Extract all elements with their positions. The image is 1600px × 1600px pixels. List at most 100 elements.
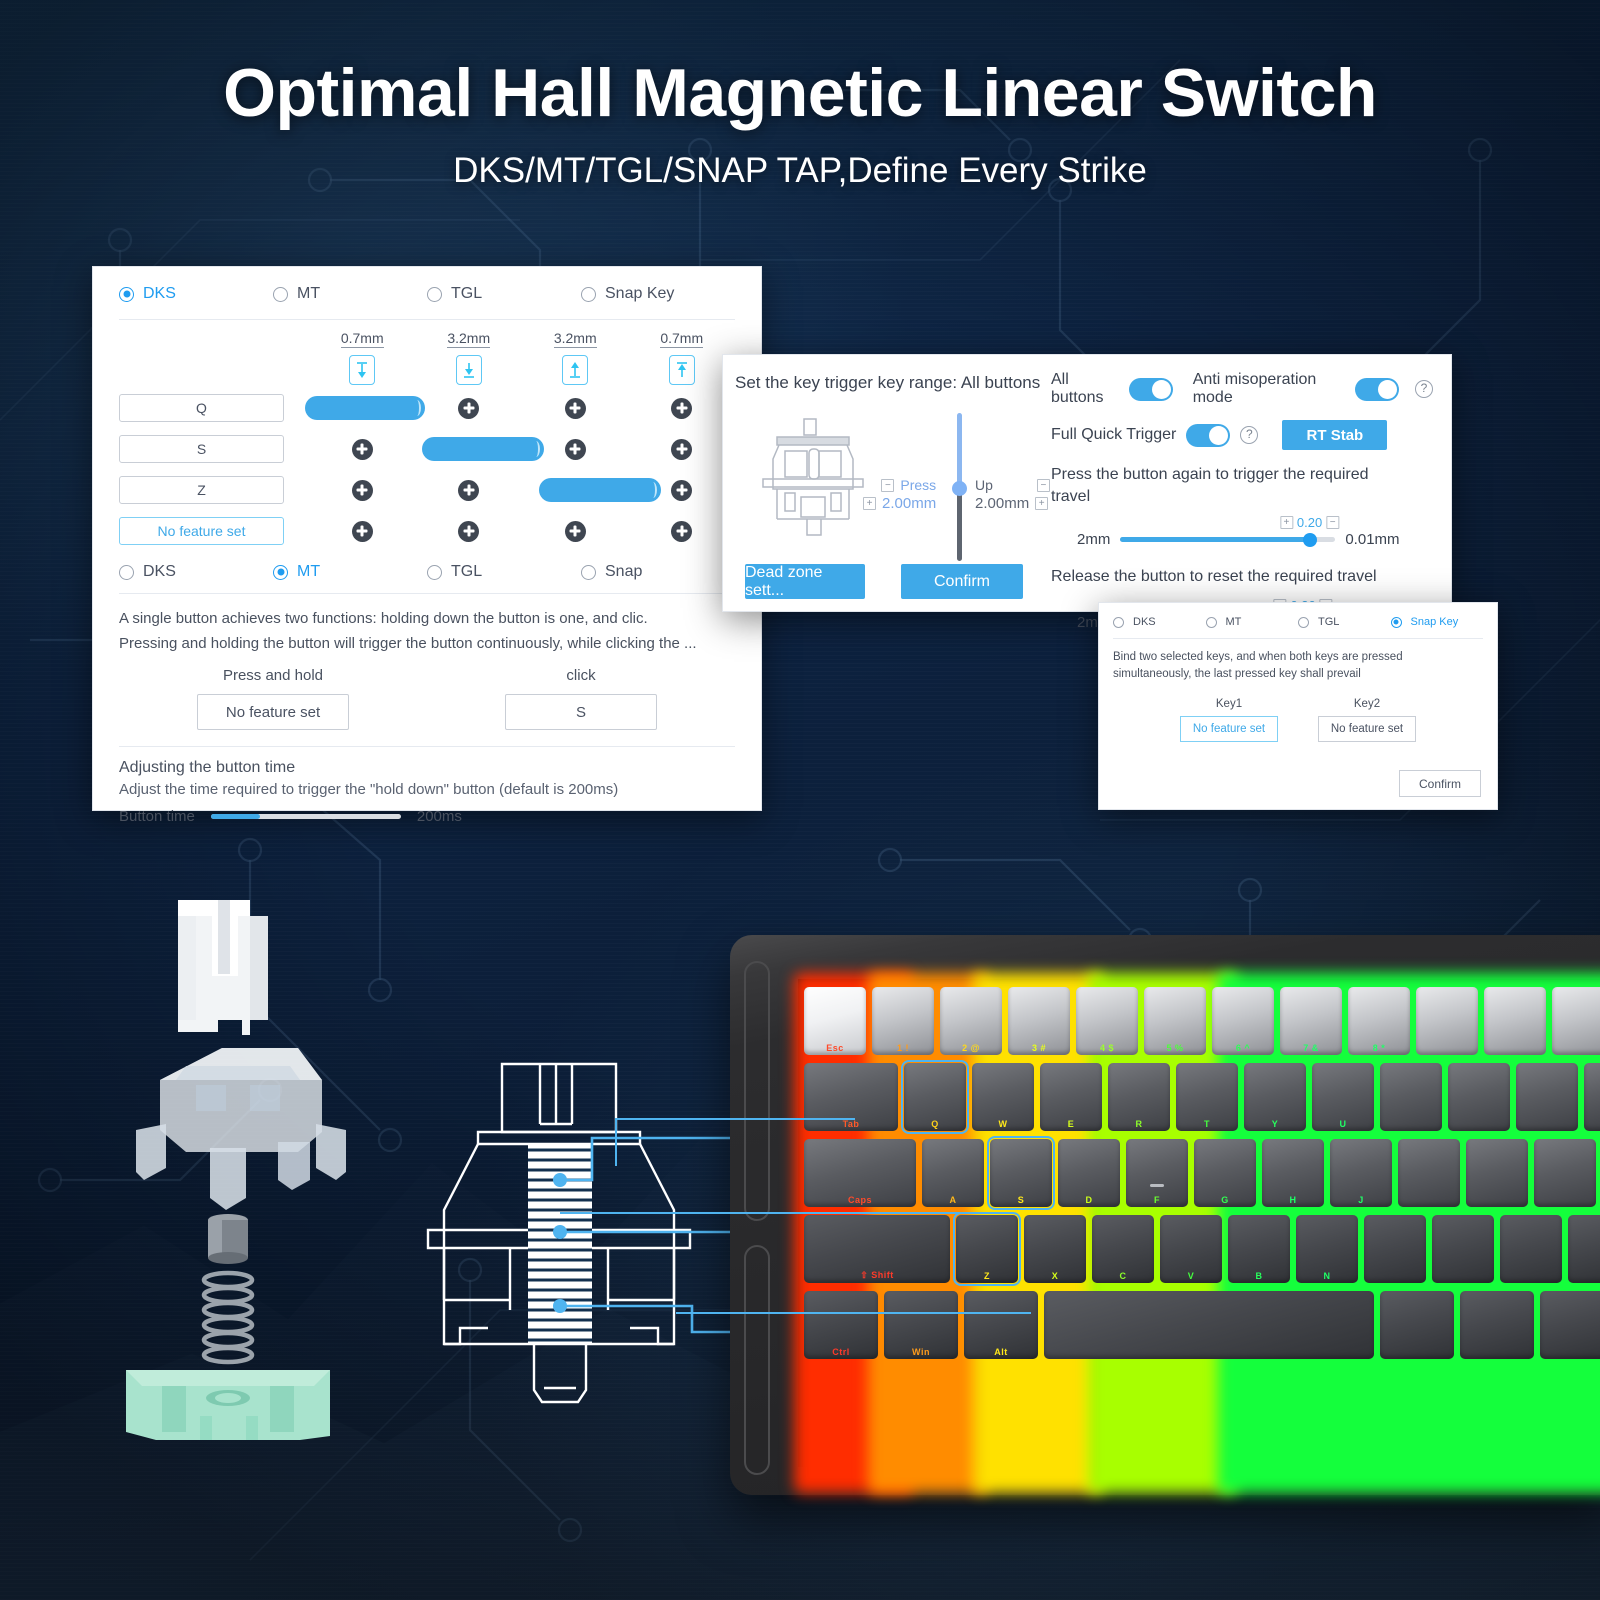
travel-vertical-slider[interactable] [951,413,967,561]
radio-tgl[interactable]: TGL [1298,616,1391,628]
radio-dks[interactable]: DKS [1113,616,1206,628]
key-1[interactable]: 1 ! [872,987,934,1055]
key-n[interactable]: N [1296,1215,1358,1283]
trigger-confirm-button[interactable]: Confirm [901,564,1023,599]
key-c[interactable]: C [1092,1215,1154,1283]
key-shift[interactable]: ⇧ Shift [804,1215,950,1283]
add-icon[interactable] [458,397,480,419]
add-icon[interactable] [671,479,693,501]
add-icon[interactable] [351,438,373,460]
key-i[interactable] [1380,1063,1442,1131]
key-u[interactable]: U [1312,1063,1374,1131]
key-w[interactable]: W [972,1063,1034,1131]
add-icon[interactable] [671,520,693,542]
button-time-slider[interactable] [210,814,401,819]
radio-snap[interactable]: Snap [581,563,735,581]
key-4[interactable]: 4 $ [1076,987,1138,1055]
key-space[interactable] [1044,1291,1374,1359]
key-8[interactable]: 8 * [1348,987,1410,1055]
key-y[interactable]: Y [1244,1063,1306,1131]
key-f[interactable]: F [1126,1139,1188,1207]
arrow-down-icon[interactable] [349,355,376,385]
radio-tgl[interactable]: TGL [427,563,581,581]
key-9[interactable] [1416,987,1478,1055]
add-icon[interactable] [458,520,480,542]
key-caps[interactable]: Caps [804,1139,916,1207]
press-again-slider-knob[interactable] [1302,532,1317,547]
arrow-up-icon[interactable] [562,355,589,385]
key-7[interactable]: 7 & [1280,987,1342,1055]
key-r[interactable]: R [1108,1063,1170,1131]
key2-button[interactable]: No feature set [1318,716,1416,743]
key-rctrl[interactable] [1540,1291,1600,1359]
key-semicolon[interactable] [1534,1139,1596,1207]
add-icon[interactable] [458,479,480,501]
question-mark-icon[interactable]: ? [1240,426,1259,444]
key-esc[interactable]: Esc [804,987,866,1055]
add-icon[interactable] [564,397,586,419]
add-icon[interactable] [671,397,693,419]
key-d[interactable]: D [1058,1139,1120,1207]
press-increase-button[interactable]: + [863,497,876,510]
all-buttons-toggle[interactable] [1128,377,1173,401]
key-s[interactable]: S [987,1136,1055,1210]
snap-key-confirm-button[interactable]: Confirm [1399,770,1481,797]
add-icon[interactable] [564,520,586,542]
key-minus[interactable] [1552,987,1600,1055]
key-b[interactable]: B [1228,1215,1290,1283]
key-3[interactable]: 3 # [1008,987,1070,1055]
key-tab[interactable]: Tab [804,1063,898,1131]
arrow-up-icon[interactable] [668,355,695,385]
add-icon[interactable] [671,438,693,460]
dks-key-button[interactable]: Z [119,476,284,504]
key-6[interactable]: 6 ^ [1212,987,1274,1055]
key-l[interactable] [1466,1139,1528,1207]
radio-mt[interactable]: MT [273,563,427,581]
mt-press-hold-button[interactable]: No feature set [197,694,349,730]
add-icon[interactable] [351,479,373,501]
radio-mt[interactable]: MT [273,285,427,303]
add-icon[interactable] [351,520,373,542]
key-h[interactable]: H [1262,1139,1324,1207]
key-win[interactable]: Win [884,1291,958,1359]
key-0[interactable] [1484,987,1546,1055]
add-icon[interactable] [564,438,586,460]
press-again-increase-button[interactable]: + [1279,516,1293,530]
key-q[interactable]: Q [901,1060,969,1134]
radio-dks[interactable]: DKS [119,285,273,303]
arrow-down-icon[interactable] [455,355,482,385]
key-t[interactable]: T [1176,1063,1238,1131]
key-k[interactable] [1398,1139,1460,1207]
key-v[interactable]: V [1160,1215,1222,1283]
key-slash[interactable] [1568,1215,1600,1283]
radio-snap-key[interactable]: Snap Key [581,285,735,303]
radio-tgl[interactable]: TGL [427,285,581,303]
key-a[interactable]: A [922,1139,984,1207]
key-2[interactable]: 2 @ [940,987,1002,1055]
key-g[interactable]: G [1194,1139,1256,1207]
key-j[interactable]: J [1330,1139,1392,1207]
key1-button[interactable]: No feature set [1180,716,1278,743]
full-quick-trigger-toggle[interactable] [1186,423,1231,447]
key-p[interactable] [1516,1063,1578,1131]
key-ralt[interactable] [1380,1291,1454,1359]
radio-dks[interactable]: DKS [119,563,273,581]
key-bracket[interactable] [1584,1063,1600,1131]
help-icon[interactable]: ? [1415,380,1433,398]
press-again-slider[interactable]: + 0.20 − [1120,515,1340,547]
key-alt[interactable]: Alt [964,1291,1038,1359]
mt-click-button[interactable]: S [505,694,657,730]
press-decrease-button[interactable]: − [881,478,895,492]
radio-mt[interactable]: MT [1205,616,1299,628]
radio-snap-key[interactable]: Snap Key [1390,616,1484,628]
dks-key-button[interactable]: S [119,435,284,463]
key-comma[interactable] [1432,1215,1494,1283]
rt-stab-button[interactable]: RT Stab [1282,420,1388,450]
key-o[interactable] [1448,1063,1510,1131]
key-period[interactable] [1500,1215,1562,1283]
key-m[interactable] [1364,1215,1426,1283]
slider-knob[interactable] [952,481,967,496]
key-x[interactable]: X [1024,1215,1086,1283]
anti-misoperation-toggle[interactable] [1355,377,1399,401]
press-again-decrease-button[interactable]: − [1326,516,1340,530]
